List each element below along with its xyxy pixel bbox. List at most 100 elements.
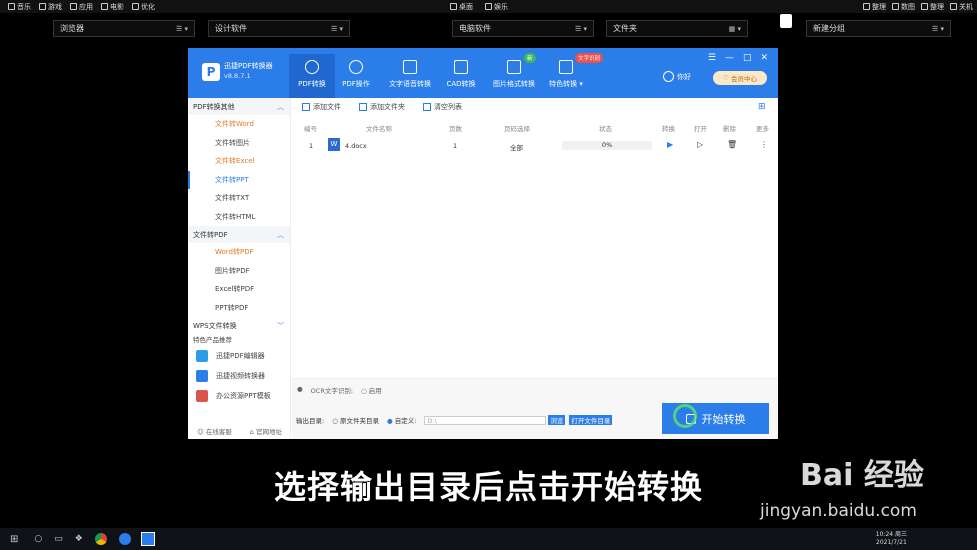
sidebar-item-to-word[interactable]: 文件转Word (188, 115, 290, 134)
menu-icon[interactable]: ☰ (708, 53, 716, 63)
product-ppt-templates[interactable]: 办公资源PPT模板 (188, 386, 290, 406)
online-service-link[interactable]: ☺ 在线客服 (197, 426, 232, 436)
pdf-converter-taskbar-icon[interactable] (140, 532, 155, 546)
feature-badge: 文字识别 (575, 53, 604, 63)
fence-controls[interactable]: ☰ ▾ (932, 25, 944, 33)
menubar-item-power[interactable]: 关机 (950, 2, 973, 12)
start-menu-icon[interactable]: ⊞ (10, 534, 18, 545)
menubar-item-music[interactable]: 音乐 (8, 2, 31, 12)
menubar-item-gamepad[interactable]: 游戏 (39, 2, 62, 12)
menubar-item-organize[interactable]: 整理 (863, 2, 886, 12)
music-icon (8, 3, 15, 10)
output-row: 输出目录: ○ 原文件夹目录 ● 自定义: D:\ 浏览 打开文件目录 (296, 415, 613, 425)
output-path-input[interactable]: D:\ (424, 415, 547, 425)
fence-title: 文件夹 (613, 24, 637, 33)
sidebar-footer: ☺ 在线客服 ⌂ 官网地址 (188, 426, 291, 436)
ocr-enable-radio[interactable]: ○ 启用 (361, 385, 382, 395)
product-video-converter[interactable]: 迅捷视频转换器 (188, 366, 290, 386)
fence-controls[interactable]: ☰ ▾ (575, 25, 587, 33)
pdf-editor-icon (196, 350, 208, 362)
organize-icon (863, 3, 870, 10)
custom-folder-radio[interactable]: ● 自定义: (387, 415, 416, 425)
tab-voice-convert[interactable]: 文字语音转换 (387, 54, 433, 98)
search-icon[interactable]: ○ (34, 534, 42, 544)
file-toolbar: 添加文件 添加文件夹 清空列表 (302, 102, 462, 112)
pinned-app-icon[interactable]: ❖ (75, 534, 83, 544)
section-pdf-to-other[interactable]: PDF转换其他 ︿ (188, 98, 290, 115)
fence-software[interactable]: 电脑软件 ☰ ▾ (452, 20, 594, 37)
film-icon (101, 3, 108, 10)
clear-list-button[interactable]: 清空列表 (423, 102, 462, 112)
sidebar-item-to-html[interactable]: 文件转HTML (188, 208, 290, 227)
sidebar-item-word-to-pdf[interactable]: Word转PDF (188, 243, 290, 262)
original-folder-radio[interactable]: ○ 原文件夹目录 (332, 415, 379, 425)
ocr-label: OCR文字识别: (310, 387, 354, 395)
menubar-item-desktop[interactable]: 桌面 (450, 2, 473, 12)
fence-browser[interactable]: 浏览器 ☰ ▾ (53, 20, 195, 37)
grid-view-icon[interactable]: ⊞ (758, 102, 768, 112)
menubar-item-optimize[interactable]: 优化 (132, 2, 155, 12)
shirt-icon[interactable] (780, 14, 792, 28)
products-title: 特色产品推荐 (193, 336, 232, 344)
tab-pdf-convert[interactable]: PDF转换 (289, 54, 335, 98)
tab-pdf-operation[interactable]: PDF操作 (333, 54, 379, 98)
fence-new-group[interactable]: 新建分组 ☰ ▾ (806, 20, 951, 37)
menubar-item-entertainment[interactable]: 娱乐 (485, 2, 508, 12)
more-icon[interactable]: ⋮ (760, 140, 768, 149)
tab-cad-convert[interactable]: CAD转换 (438, 54, 484, 98)
sidebar-item-to-image[interactable]: 文件转图片 (188, 134, 290, 153)
delete-icon[interactable]: 🗑 (727, 140, 737, 149)
member-center-button[interactable]: ♡ 会员中心 (713, 71, 767, 85)
menubar-item-film[interactable]: 电影 (101, 2, 124, 12)
pdf-converter-window: P 迅捷PDF转换器 v8.8.7.1 PDF转换 PDF操作 文字语音转换 CA… (188, 48, 778, 439)
ocr-row: ● OCR文字识别: ○ 启用 (297, 385, 382, 395)
chrome-icon[interactable] (94, 533, 107, 545)
apps-icon (70, 3, 77, 10)
fence-design[interactable]: 设计软件 ☰ ▾ (208, 20, 350, 37)
organize-icon (921, 3, 928, 10)
gamepad-icon (39, 3, 46, 10)
sidebar-item-excel-to-pdf[interactable]: Excel转PDF (188, 280, 290, 299)
close-icon[interactable]: ✕ (760, 53, 768, 63)
fence-controls[interactable]: ☰ ▾ (176, 25, 188, 33)
sidebar-item-to-txt[interactable]: 文件转TXT (188, 189, 290, 208)
pdf-convert-icon (305, 60, 319, 74)
fence-title: 电脑软件 (459, 24, 491, 33)
new-badge: 新 (524, 53, 536, 63)
app-name: 迅捷PDF转换器 v8.8.7.1 (224, 62, 273, 80)
menubar-item-apps[interactable]: 应用 (70, 2, 93, 12)
table-row[interactable]: 1 W 4.docx 1 全部 0% ▶ ▷ 🗑 ⋮ (292, 138, 778, 154)
task-view-icon[interactable]: ▭ (54, 534, 63, 544)
image-icon (892, 3, 899, 10)
open-folder-button[interactable]: 打开文件目录 (569, 415, 613, 425)
power-icon (950, 3, 957, 10)
maximize-icon[interactable]: □ (743, 53, 752, 63)
add-file-button[interactable]: 添加文件 (302, 102, 341, 112)
sidebar-item-image-to-pdf[interactable]: 图片转PDF (188, 262, 290, 281)
baidu-jingyan-watermark: Bai 经验 jingyan.baidu.com (760, 445, 970, 525)
fence-controls[interactable]: ▦ ▾ (729, 25, 741, 33)
browser-icon[interactable] (118, 533, 131, 545)
minimize-icon[interactable]: — (725, 53, 734, 63)
sidebar-item-to-excel[interactable]: 文件转Excel (188, 152, 290, 171)
website-link[interactable]: ⌂ 官网地址 (250, 426, 282, 436)
menubar-item-organize[interactable]: 整理 (921, 2, 944, 12)
fence-controls[interactable]: ☰ ▾ (331, 25, 343, 33)
section-title: PDF转换其他 (193, 102, 235, 111)
fence-folder[interactable]: 文件夹 ▦ ▾ (606, 20, 748, 37)
section-file-to-pdf[interactable]: 文件转PDF ︿ (188, 226, 290, 243)
page-range-select[interactable]: 全部 (510, 142, 523, 152)
section-wps[interactable]: WPS文件转换 ﹀ (188, 317, 290, 334)
menubar-item-image[interactable]: 数图 (892, 2, 915, 12)
title-bar: P 迅捷PDF转换器 v8.8.7.1 PDF转换 PDF操作 文字语音转换 CA… (188, 48, 778, 98)
add-folder-button[interactable]: 添加文件夹 (359, 102, 405, 112)
convert-play-icon[interactable]: ▶ (667, 140, 673, 149)
open-folder-icon[interactable]: ▷ (697, 140, 703, 149)
user-account[interactable]: 你好 (663, 71, 691, 82)
sidebar-item-to-ppt[interactable]: 文件转PPT (188, 170, 290, 189)
sidebar-item-ppt-to-pdf[interactable]: PPT转PDF (188, 299, 290, 318)
ppt-template-icon (196, 390, 208, 402)
product-pdf-editor[interactable]: 迅捷PDF编辑器 (188, 346, 290, 366)
browse-button[interactable]: 浏览 (548, 415, 566, 425)
watermark-brand: Bai 经验 (800, 458, 924, 493)
